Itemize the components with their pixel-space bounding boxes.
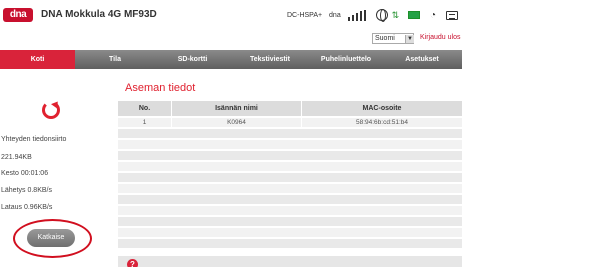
help-bar: ? xyxy=(118,256,462,267)
signal-strength-icon xyxy=(347,9,368,21)
logout-link[interactable]: Kirjaudu ulos xyxy=(420,34,460,41)
cell-no: 1 xyxy=(118,118,172,127)
wifi-icon: ◔ xyxy=(430,9,437,21)
data-transfer-arrows-icon: ⇅ xyxy=(391,9,400,20)
router-admin-page: dna DNA Mokkula 4G MF93D DC-HSPA+ dna ⇅ … xyxy=(0,0,595,267)
table-row-empty xyxy=(118,184,462,193)
table-row-empty xyxy=(118,140,462,149)
cell-host: K0964 xyxy=(172,118,302,127)
nav-sd-kortti[interactable]: SD-kortti xyxy=(155,50,230,69)
table-row-empty xyxy=(118,206,462,215)
table-row-empty xyxy=(118,228,462,237)
transfer-label: Yhteyden tiedonsiirto xyxy=(1,136,67,143)
table-header: No. Isännän nimi MAC-osoite xyxy=(118,101,462,116)
connection-duration: Kesto 00:01:06 xyxy=(1,170,49,177)
language-selected: Suomi xyxy=(375,35,395,42)
connection-sidebar: Yhteyden tiedonsiirto 221.94KB Kesto 00:… xyxy=(0,70,112,267)
nav-puhelinluettelo[interactable]: Puhelinluettelo xyxy=(310,50,382,69)
col-header-host: Isännän nimi xyxy=(172,101,302,116)
internet-globe-icon xyxy=(375,9,388,22)
table-row-empty xyxy=(118,173,462,182)
sms-icon xyxy=(446,10,459,20)
refresh-icon[interactable] xyxy=(42,101,60,119)
transfer-amount: 221.94KB xyxy=(1,154,32,161)
status-area: DC-HSPA+ dna ⇅ ◔ xyxy=(287,9,459,22)
table-row-empty xyxy=(118,239,462,248)
table-row-empty xyxy=(118,151,462,160)
col-header-no: No. xyxy=(118,101,172,116)
table-row-empty xyxy=(118,217,462,226)
table-row-empty xyxy=(118,195,462,204)
language-select[interactable]: Suomi ▼ xyxy=(372,33,414,44)
table-row-empty xyxy=(118,129,462,138)
network-type: DC-HSPA+ xyxy=(287,11,323,19)
nav-koti[interactable]: Koti xyxy=(0,50,75,69)
chevron-down-icon[interactable]: ▼ xyxy=(405,35,414,43)
app-title: DNA Mokkula 4G MF93D xyxy=(41,9,157,20)
table-row: 1 K0964 58:94:6b:cd:51:b4 xyxy=(118,118,462,127)
station-table: No. Isännän nimi MAC-osoite 1 K0964 58:9… xyxy=(118,101,462,253)
dna-logo: dna xyxy=(3,8,33,22)
main-nav: Koti Tila SD-kortti Tekstiviestit Puheli… xyxy=(0,50,462,69)
help-icon[interactable]: ? xyxy=(127,259,138,267)
upload-speed: Lähetys 0.8KB/s xyxy=(1,187,52,194)
cell-mac: 58:94:6b:cd:51:b4 xyxy=(355,119,409,126)
download-speed: Lataus 0.96KB/s xyxy=(1,204,53,211)
nav-tekstiviestit[interactable]: Tekstiviestit xyxy=(230,50,310,69)
table-row-empty xyxy=(118,162,462,171)
page-title: Aseman tiedot xyxy=(125,82,196,94)
highlight-annotation xyxy=(13,219,92,258)
operator-name: dna xyxy=(329,11,341,19)
col-header-mac: MAC-osoite xyxy=(362,105,402,112)
nav-asetukset[interactable]: Asetukset xyxy=(382,50,462,69)
battery-icon xyxy=(408,11,421,19)
header: dna DNA Mokkula 4G MF93D DC-HSPA+ dna ⇅ … xyxy=(0,0,470,28)
nav-tila[interactable]: Tila xyxy=(75,50,155,69)
